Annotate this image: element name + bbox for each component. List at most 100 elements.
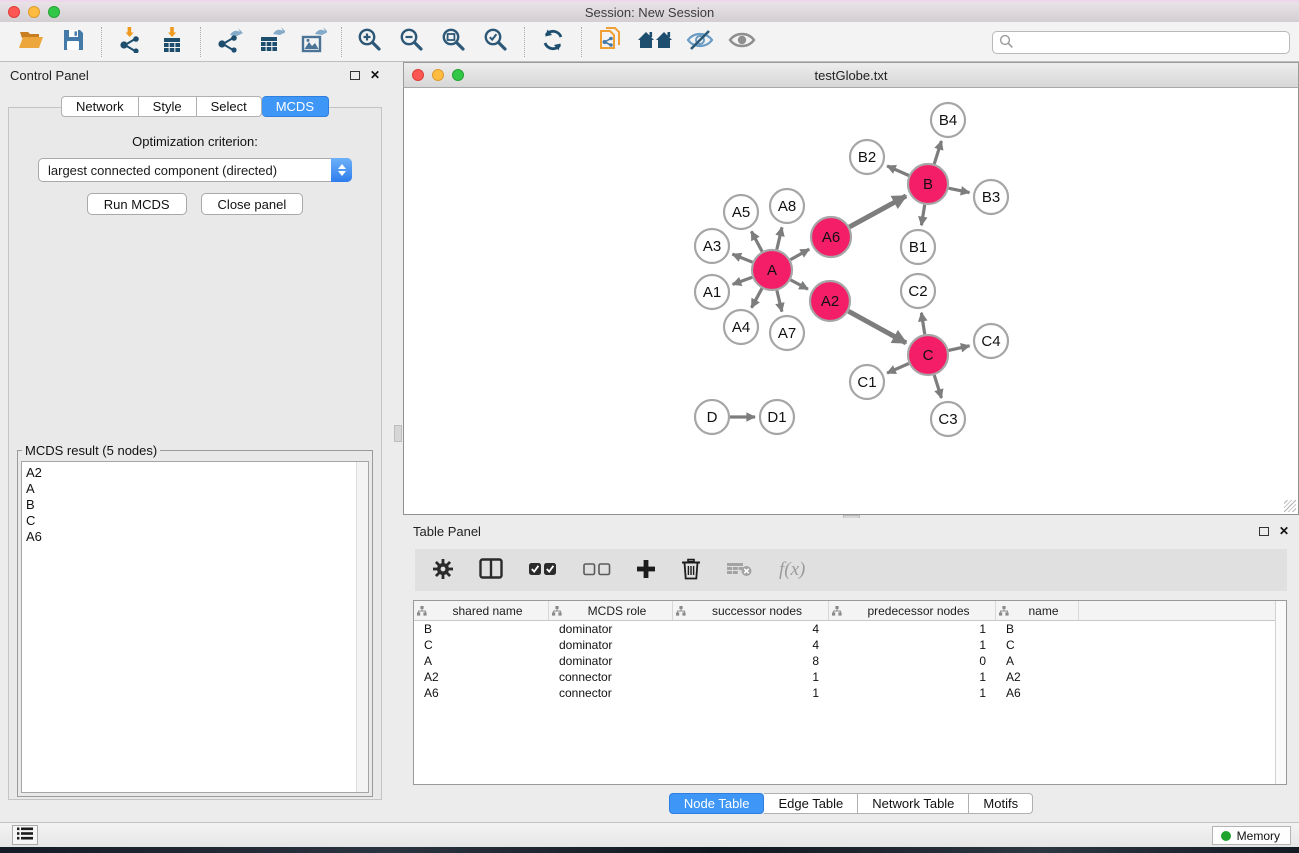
cell-successor-nodes[interactable]: 1 xyxy=(673,670,829,684)
edge-A-A2[interactable] xyxy=(791,280,808,289)
tab-mcds[interactable]: MCDS xyxy=(262,96,329,117)
table-row[interactable]: Bdominator41B xyxy=(414,621,1286,637)
edge-C-C4[interactable] xyxy=(948,346,969,351)
tab-edge-table[interactable]: Edge Table xyxy=(764,793,858,814)
cell-predecessor-nodes[interactable]: 1 xyxy=(829,622,996,636)
cell-successor-nodes[interactable]: 1 xyxy=(673,686,829,700)
cell-MCDS-role[interactable]: connector xyxy=(549,686,673,700)
cell-predecessor-nodes[interactable]: 1 xyxy=(829,670,996,684)
cell-MCDS-role[interactable]: dominator xyxy=(549,638,673,652)
cell-name[interactable]: A6 xyxy=(996,686,1079,700)
list-scrollbar[interactable] xyxy=(356,462,368,792)
delete-table-button[interactable] xyxy=(727,561,753,580)
float-panel-icon[interactable] xyxy=(350,71,360,80)
tab-node-table[interactable]: Node Table xyxy=(669,793,765,814)
task-history-button[interactable] xyxy=(12,825,38,845)
cell-shared-name[interactable]: A6 xyxy=(414,686,549,700)
select-all-columns-button[interactable] xyxy=(529,562,557,579)
show-all-button[interactable] xyxy=(721,25,763,59)
cell-MCDS-role[interactable]: connector xyxy=(549,670,673,684)
edge-B-B1[interactable] xyxy=(921,205,924,226)
cell-shared-name[interactable]: A xyxy=(414,654,549,668)
float-table-panel-icon[interactable] xyxy=(1259,527,1269,536)
edge-C-C3[interactable] xyxy=(934,375,941,398)
column-header-name[interactable]: name xyxy=(996,601,1079,620)
window-resize-grip[interactable] xyxy=(1284,500,1296,512)
close-table-panel-icon[interactable]: ✕ xyxy=(1279,524,1289,538)
function-builder-button[interactable]: f(x) xyxy=(779,559,805,581)
zoom-out-button[interactable] xyxy=(391,25,433,59)
add-column-button[interactable] xyxy=(637,560,655,581)
cell-shared-name[interactable]: B xyxy=(414,622,549,636)
hide-selected-button[interactable] xyxy=(679,25,721,59)
run-mcds-button[interactable]: Run MCDS xyxy=(87,193,187,215)
edge-A-A8[interactable] xyxy=(777,227,782,249)
table-row[interactable]: Cdominator41C xyxy=(414,637,1286,653)
network-canvas[interactable]: AA1A2A3A4A5A6A7A8BB1B2B3B4CC1C2C3C4DD1 xyxy=(403,88,1299,515)
refresh-button[interactable] xyxy=(532,25,574,59)
cell-name[interactable]: C xyxy=(996,638,1079,652)
edge-A-A5[interactable] xyxy=(751,231,762,251)
import-table-button[interactable] xyxy=(151,25,193,59)
cell-name[interactable]: A xyxy=(996,654,1079,668)
search-input[interactable] xyxy=(1014,34,1289,52)
zoom-fit-button[interactable] xyxy=(433,25,475,59)
tab-style[interactable]: Style xyxy=(139,96,197,117)
deselect-all-columns-button[interactable] xyxy=(583,562,611,579)
search-box[interactable] xyxy=(992,31,1290,54)
cell-MCDS-role[interactable]: dominator xyxy=(549,654,673,668)
edge-B-B3[interactable] xyxy=(949,188,970,192)
edge-A-A4[interactable] xyxy=(752,288,762,307)
import-network-button[interactable] xyxy=(109,25,151,59)
vertical-splitter-handle[interactable] xyxy=(394,425,402,442)
cell-name[interactable]: A2 xyxy=(996,670,1079,684)
edge-A-A1[interactable] xyxy=(733,277,753,284)
table-scrollbar[interactable] xyxy=(1275,601,1286,784)
close-panel-button[interactable]: Close panel xyxy=(201,193,304,215)
mcds-result-item[interactable]: A6 xyxy=(26,529,368,545)
table-row[interactable]: A2connector11A2 xyxy=(414,669,1286,685)
home-button[interactable] xyxy=(631,25,679,59)
tab-network[interactable]: Network xyxy=(61,96,139,117)
cell-successor-nodes[interactable]: 4 xyxy=(673,622,829,636)
column-header-successor-nodes[interactable]: successor nodes xyxy=(673,601,829,620)
memory-button[interactable]: Memory xyxy=(1212,826,1291,845)
edge-A-A6[interactable] xyxy=(790,249,809,260)
column-header-MCDS-role[interactable]: MCDS role xyxy=(549,601,673,620)
column-header-predecessor-nodes[interactable]: predecessor nodes xyxy=(829,601,996,620)
criterion-dropdown[interactable]: largest connected component (directed) xyxy=(38,158,352,182)
export-table-button[interactable] xyxy=(250,25,292,59)
export-network-button[interactable] xyxy=(208,25,250,59)
mcds-result-item[interactable]: C xyxy=(26,513,368,529)
column-layout-button[interactable] xyxy=(479,558,503,582)
tab-select[interactable]: Select xyxy=(197,96,262,117)
zoom-in-button[interactable] xyxy=(349,25,391,59)
export-image-button[interactable] xyxy=(292,25,334,59)
copy-network-button[interactable] xyxy=(589,25,631,59)
edge-C-C1[interactable] xyxy=(887,363,909,373)
delete-column-button[interactable] xyxy=(681,558,701,583)
close-panel-icon[interactable]: ✕ xyxy=(370,68,380,82)
cell-successor-nodes[interactable]: 8 xyxy=(673,654,829,668)
edge-B-B4[interactable] xyxy=(934,141,941,164)
cell-shared-name[interactable]: A2 xyxy=(414,670,549,684)
edge-A-A3[interactable] xyxy=(732,254,752,262)
open-session-button[interactable] xyxy=(10,25,52,59)
edge-A2-C[interactable] xyxy=(848,311,906,343)
mcds-result-list[interactable]: A2ABCA6 xyxy=(21,461,369,793)
edge-A6-B[interactable] xyxy=(849,196,906,227)
cell-predecessor-nodes[interactable]: 1 xyxy=(829,686,996,700)
edge-C-C2[interactable] xyxy=(921,313,924,335)
table-row[interactable]: A6connector11A6 xyxy=(414,685,1286,701)
edge-B-B2[interactable] xyxy=(887,166,909,176)
cell-MCDS-role[interactable]: dominator xyxy=(549,622,673,636)
tab-network-table[interactable]: Network Table xyxy=(858,793,969,814)
column-header-shared-name[interactable]: shared name xyxy=(414,601,549,620)
cell-successor-nodes[interactable]: 4 xyxy=(673,638,829,652)
mcds-result-item[interactable]: A2 xyxy=(26,465,368,481)
table-settings-button[interactable] xyxy=(433,559,453,582)
cell-shared-name[interactable]: C xyxy=(414,638,549,652)
table-row[interactable]: Adominator80A xyxy=(414,653,1286,669)
zoom-selected-button[interactable] xyxy=(475,25,517,59)
save-session-button[interactable] xyxy=(52,25,94,59)
